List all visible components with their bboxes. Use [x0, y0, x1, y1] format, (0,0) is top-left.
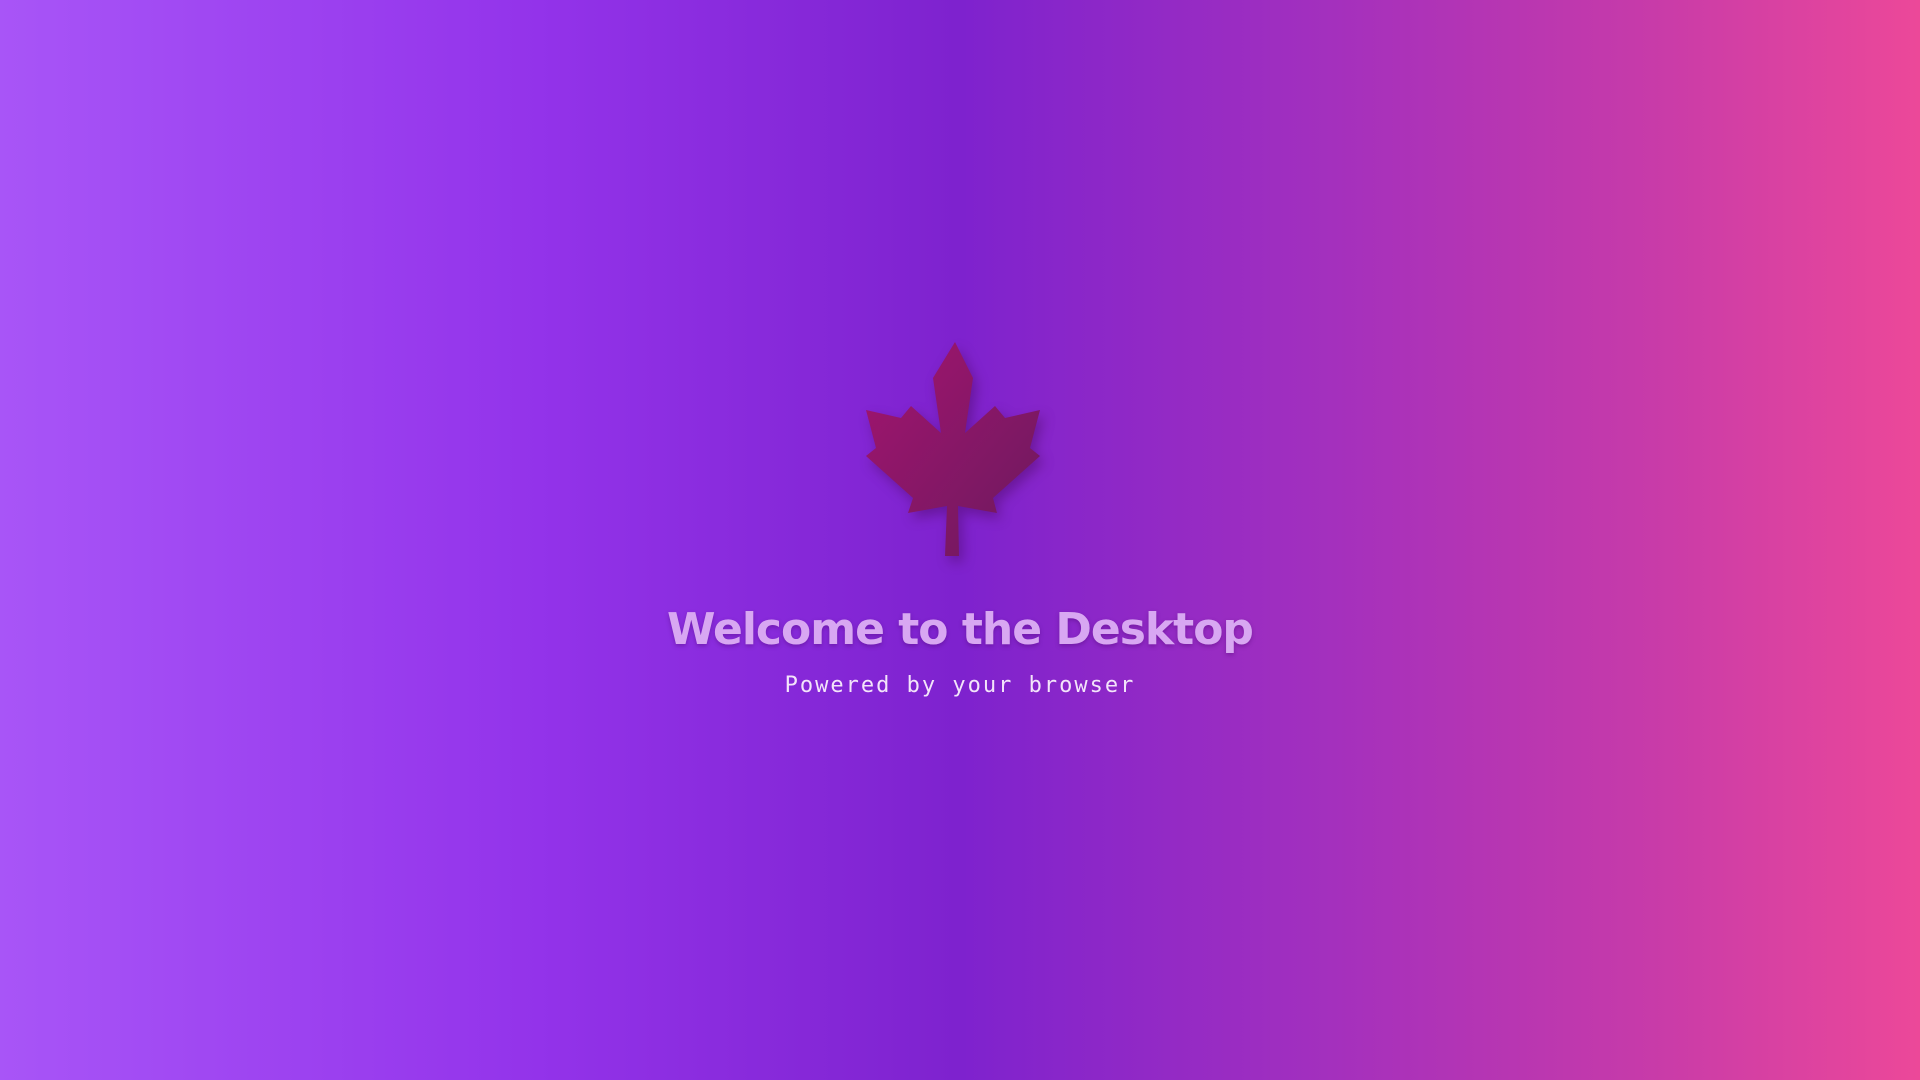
maple-leaf-icon: [845, 338, 1065, 558]
welcome-subtitle: Powered by your browser: [784, 673, 1136, 698]
desktop-background[interactable]: Welcome to the Desktop Powered by your b…: [0, 0, 1920, 1080]
welcome-title: Welcome to the Desktop: [667, 604, 1254, 655]
